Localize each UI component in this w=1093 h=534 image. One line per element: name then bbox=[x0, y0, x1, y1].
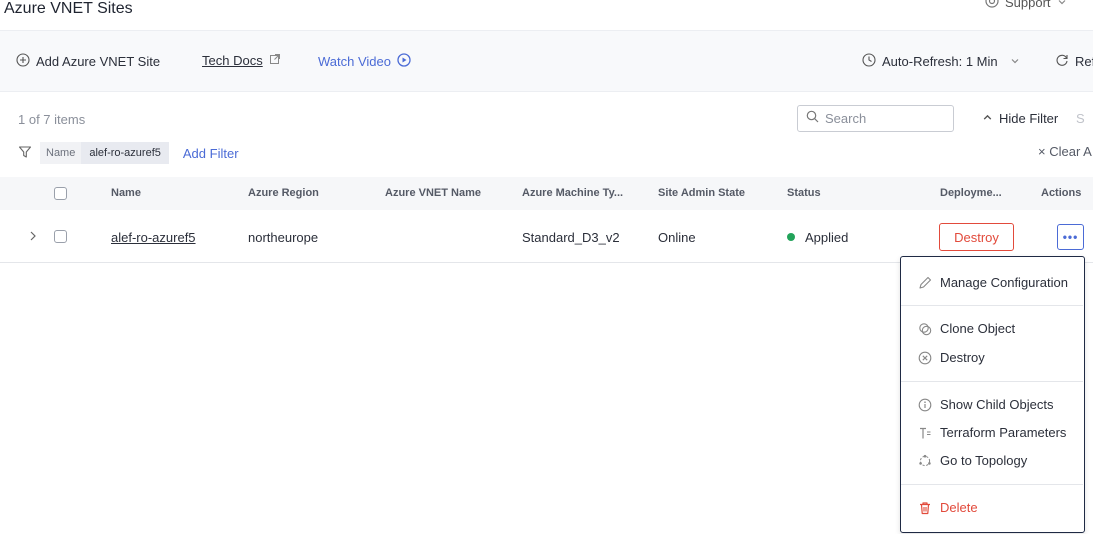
filter-row: Name alef-ro-azuref5 Add Filter bbox=[18, 142, 239, 164]
page-header: Azure VNET Sites Support bbox=[0, 0, 1093, 26]
info-icon bbox=[918, 398, 932, 412]
column-header-admin-state[interactable]: Site Admin State bbox=[658, 187, 745, 199]
plus-circle-icon bbox=[16, 53, 30, 70]
filter-chip-value[interactable]: alef-ro-azuref5 bbox=[81, 142, 169, 164]
menu-item-clone-object[interactable]: Clone Object bbox=[918, 321, 1015, 336]
watch-video-label: Watch Video bbox=[318, 54, 391, 69]
clock-icon bbox=[862, 53, 876, 70]
search-icon bbox=[806, 110, 819, 128]
menu-item-label: Go to Topology bbox=[940, 453, 1028, 468]
menu-item-label: Show Child Objects bbox=[940, 397, 1054, 412]
auto-refresh-label: Auto-Refresh: 1 Min bbox=[882, 54, 998, 69]
add-filter-button[interactable]: Add Filter bbox=[183, 146, 239, 161]
support-label: Support bbox=[1005, 0, 1051, 10]
menu-divider bbox=[901, 305, 1083, 306]
region-cell: northeurope bbox=[248, 230, 319, 245]
refresh-label: Ref bbox=[1075, 54, 1093, 69]
refresh-button[interactable]: Ref bbox=[1055, 53, 1093, 70]
page-title: Azure VNET Sites bbox=[4, 0, 133, 17]
search-box[interactable] bbox=[797, 105, 954, 132]
add-site-label: Add Azure VNET Site bbox=[36, 54, 161, 69]
refresh-icon bbox=[1055, 53, 1069, 70]
menu-item-label: Terraform Parameters bbox=[940, 425, 1067, 440]
admin-state-cell: Online bbox=[658, 230, 696, 245]
column-header-status[interactable]: Status bbox=[787, 187, 821, 199]
menu-item-label: Destroy bbox=[940, 350, 985, 365]
clear-all-label: Clear A bbox=[1049, 144, 1092, 159]
external-link-icon bbox=[269, 53, 281, 68]
hide-filter-button[interactable]: Hide Filter bbox=[982, 111, 1058, 126]
destroy-button[interactable]: Destroy bbox=[939, 223, 1014, 251]
menu-item-destroy[interactable]: Destroy bbox=[918, 350, 985, 365]
status-dot-icon bbox=[787, 233, 795, 241]
column-header-actions: Actions bbox=[1041, 187, 1082, 199]
menu-item-label: Clone Object bbox=[940, 321, 1016, 336]
search-input[interactable] bbox=[825, 111, 945, 126]
select-all-checkbox[interactable] bbox=[54, 187, 67, 205]
menu-item-go-to-topology[interactable]: Go to Topology bbox=[918, 453, 1027, 468]
expand-row-icon[interactable] bbox=[28, 229, 38, 247]
actions-menu: Manage Configuration Clone Object Destro… bbox=[900, 256, 1085, 533]
clone-icon bbox=[918, 322, 932, 336]
menu-item-label: Delete bbox=[940, 500, 978, 515]
menu-item-manage-configuration[interactable]: Manage Configuration bbox=[918, 275, 1068, 290]
chevron-down-icon bbox=[1010, 54, 1020, 69]
machine-type-cell: Standard_D3_v2 bbox=[522, 230, 620, 245]
column-header-region[interactable]: Azure Region bbox=[248, 187, 319, 199]
column-header-vnet-name[interactable]: Azure VNET Name bbox=[385, 187, 481, 199]
column-header-machine-type[interactable]: Azure Machine Ty... bbox=[522, 187, 623, 199]
item-count: 1 of 7 items bbox=[18, 112, 86, 127]
pencil-icon bbox=[918, 276, 932, 290]
watch-video-link[interactable]: Watch Video bbox=[318, 53, 411, 70]
settings-stub[interactable]: S bbox=[1076, 111, 1085, 126]
filter-icon bbox=[18, 145, 32, 162]
toolbar: Add Azure VNET Site Tech Docs Watch Vide… bbox=[0, 30, 1093, 92]
support-icon bbox=[985, 0, 999, 11]
status-cell: Applied bbox=[787, 230, 848, 245]
topology-icon bbox=[918, 454, 932, 468]
hide-filter-label: Hide Filter bbox=[999, 111, 1059, 126]
column-header-name[interactable]: Name bbox=[111, 187, 141, 199]
chevron-up-icon bbox=[982, 111, 993, 126]
menu-divider bbox=[901, 381, 1083, 382]
clear-all-button[interactable]: × Clear A bbox=[1038, 144, 1092, 159]
menu-item-label: Manage Configuration bbox=[940, 275, 1068, 290]
close-icon: × bbox=[1038, 144, 1046, 159]
add-site-button[interactable]: Add Azure VNET Site bbox=[16, 53, 160, 70]
table-header: Name Azure Region Azure VNET Name Azure … bbox=[0, 177, 1093, 210]
site-name-link[interactable]: alef-ro-azuref5 bbox=[111, 230, 196, 245]
play-circle-icon bbox=[397, 53, 411, 70]
menu-item-show-child-objects[interactable]: Show Child Objects bbox=[918, 397, 1053, 412]
row-checkbox[interactable] bbox=[54, 230, 67, 248]
filter-chip-key: Name bbox=[40, 142, 82, 164]
menu-item-delete[interactable]: Delete bbox=[918, 500, 978, 515]
terraform-icon bbox=[918, 426, 932, 440]
column-header-deployment[interactable]: Deployme... bbox=[940, 187, 1002, 199]
menu-item-terraform-parameters[interactable]: Terraform Parameters bbox=[918, 425, 1066, 440]
tech-docs-link[interactable]: Tech Docs bbox=[202, 53, 281, 68]
status-label: Applied bbox=[805, 230, 849, 245]
more-actions-button[interactable]: ••• bbox=[1057, 224, 1084, 250]
menu-divider bbox=[901, 484, 1083, 485]
tech-docs-label: Tech Docs bbox=[202, 53, 263, 68]
support-menu[interactable]: Support bbox=[985, 0, 1067, 11]
auto-refresh-select[interactable]: Auto-Refresh: 1 Min bbox=[862, 53, 1020, 70]
chevron-down-icon bbox=[1057, 0, 1067, 10]
circle-x-icon bbox=[918, 351, 932, 365]
trash-icon bbox=[918, 501, 932, 515]
